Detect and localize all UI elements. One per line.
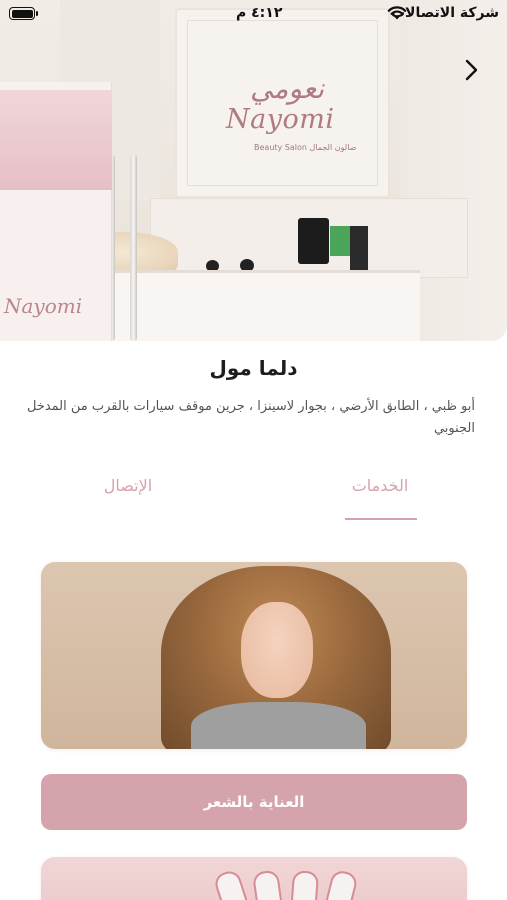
hero-image: نعومي Nayomi Beauty Salon صالون الجمال N… [0, 0, 507, 341]
battery-cap [36, 11, 38, 16]
face-shape [241, 602, 313, 698]
banner-photo [0, 90, 112, 190]
chevron-right-icon[interactable] [459, 57, 485, 83]
tab-selected-indicator [345, 518, 417, 520]
service-button-hair-care[interactable]: العناية بالشعر [41, 774, 467, 830]
green-box [330, 226, 352, 256]
nail-shape [288, 870, 320, 900]
service-image-nails[interactable] [41, 857, 467, 900]
shirt-shape [191, 702, 366, 749]
battery-icon [9, 7, 35, 20]
tab-contact[interactable]: الإتصال [78, 476, 178, 495]
status-bar: ٤:١٢ م شركة الاتصالات [0, 0, 507, 28]
pole [130, 155, 137, 341]
banner-logo: Nayomi [4, 294, 83, 318]
branch-title: دلما مول [209, 356, 298, 380]
branch-address: أبو ظبي ، الطابق الأرضي ، بجوار لاسينزا … [26, 399, 475, 436]
carrier-name: شركة الاتصالات [390, 5, 499, 21]
logo-english: Nayomi [226, 104, 335, 135]
device [350, 226, 368, 270]
monitor [298, 218, 329, 264]
logo-subtitle: Beauty Salon صالون الجمال [254, 143, 357, 152]
nail-shape [251, 869, 287, 900]
logo-arabic: نعومي [250, 72, 325, 105]
service-image-hair[interactable] [41, 562, 467, 749]
nail-shape [319, 868, 359, 900]
nail-shape [212, 868, 256, 900]
tab-services[interactable]: الخدمات [330, 476, 430, 495]
status-time: ٤:١٢ م [236, 5, 283, 21]
banner-stand: Nayomi [0, 82, 112, 341]
